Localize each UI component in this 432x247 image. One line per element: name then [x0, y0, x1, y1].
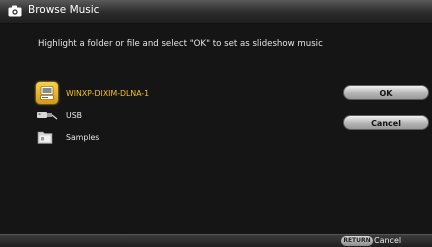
- list-item-media-server[interactable]: WINXP-DIXIM-DLNA-1: [36, 82, 149, 104]
- list-item-label: Samples: [66, 132, 100, 142]
- list-item-samples[interactable]: Samples: [36, 126, 99, 148]
- title-bar: Browse Music: [0, 0, 432, 24]
- list-item-label: USB: [66, 110, 83, 120]
- camera-icon: [8, 5, 22, 17]
- ok-button[interactable]: OK: [343, 85, 429, 100]
- list-item-usb[interactable]: USB: [36, 104, 82, 126]
- footer-bar: RETURN Cancel: [0, 234, 432, 247]
- return-cancel-label[interactable]: Cancel: [374, 235, 401, 247]
- instruction-text: Highlight a folder or file and select "O…: [38, 39, 323, 49]
- usb-icon: [36, 104, 62, 126]
- folder-icon: [36, 126, 62, 148]
- browse-panel: Highlight a folder or file and select "O…: [0, 24, 432, 234]
- window-title: Browse Music: [28, 4, 100, 16]
- list-item-label: WINXP-DIXIM-DLNA-1: [66, 88, 150, 98]
- return-key-badge: RETURN: [341, 236, 373, 246]
- cancel-button[interactable]: Cancel: [343, 115, 429, 130]
- media-server-icon: [36, 82, 58, 104]
